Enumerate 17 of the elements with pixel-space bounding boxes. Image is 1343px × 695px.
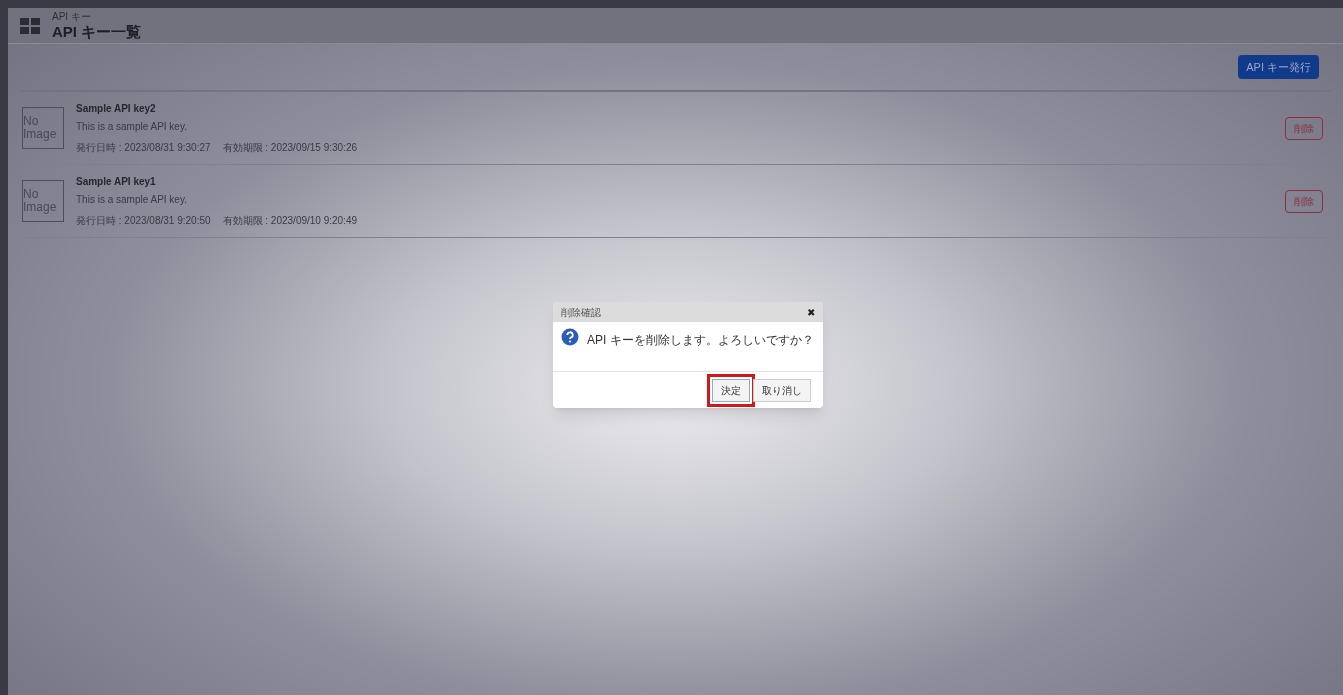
dialog-title: 削除確認 (561, 305, 601, 320)
grid-icon (20, 17, 40, 34)
expiry-date: 有効期限 : 2023/09/10 9:20:49 (222, 214, 358, 228)
close-button[interactable]: ✖ (807, 304, 815, 320)
expiry-date: 有効期限 : 2023/09/15 9:30:26 (222, 141, 358, 155)
key-description: This is a sample API key. (76, 193, 188, 207)
question-icon (561, 328, 579, 346)
dialog-button[interactable]: 取り消し (753, 378, 811, 402)
dialog-message: API キーを削除します。よろしいですか？ (587, 332, 814, 349)
issued-date: 発行日時 : 2023/08/31 9:30:27 (76, 141, 211, 155)
thumbnail-text: No Image (23, 188, 58, 214)
key-name: Sample API key2 (76, 102, 157, 116)
page-title: API キー一覧 (52, 24, 142, 39)
key-name: Sample API key1 (76, 175, 157, 189)
key-description: This is a sample API key. (76, 120, 188, 134)
issued-date: 発行日時 : 2023/08/31 9:20:50 (76, 214, 211, 228)
issue-key-button[interactable]: API キー発行 (1238, 54, 1319, 80)
